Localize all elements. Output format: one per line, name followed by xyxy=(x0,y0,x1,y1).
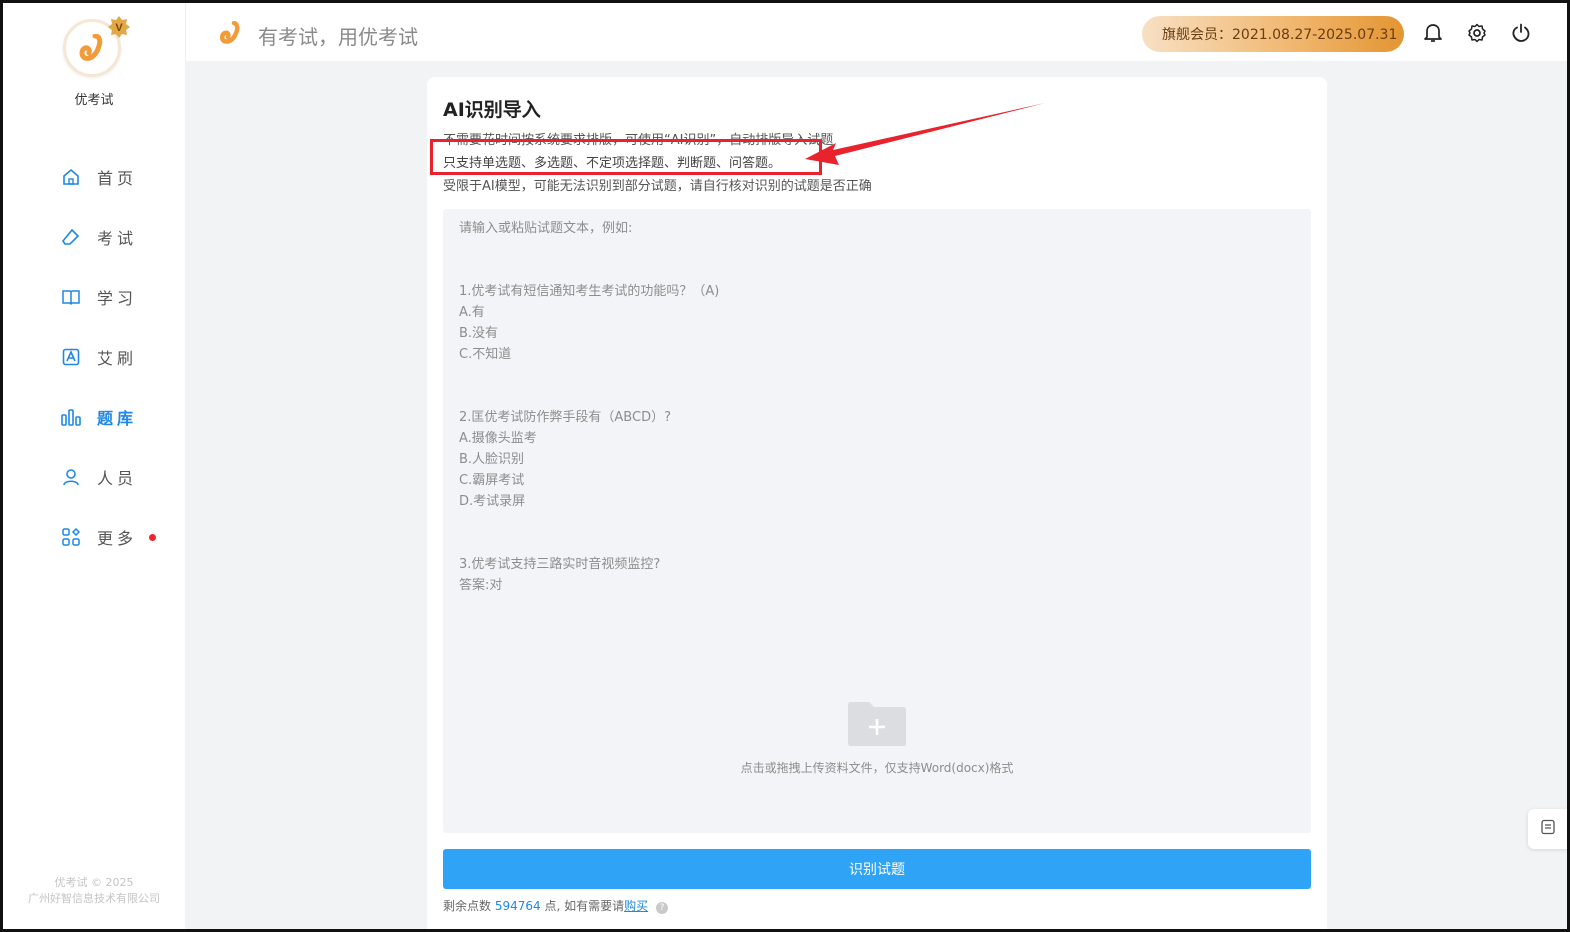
notes-icon xyxy=(1540,819,1556,839)
user-icon xyxy=(61,467,81,487)
help-icon[interactable]: ? xyxy=(655,902,668,914)
annotation-highlight-box xyxy=(430,139,822,175)
placeholder-line: 3.优考试支持三路实时音视频监控? xyxy=(459,557,661,572)
sidebar-item-aishua[interactable]: 艾刷 xyxy=(3,327,185,387)
placeholder-line: C.霸屏考试 xyxy=(459,473,525,488)
sidebar-item-question-bank[interactable]: 题库 xyxy=(3,387,219,447)
home-icon xyxy=(61,167,81,187)
bar-chart-icon xyxy=(61,407,81,427)
header-logo-icon xyxy=(219,20,242,45)
placeholder-line: 请输入或粘贴试题文本，例如: xyxy=(459,221,633,236)
sidebar-item-label: 人员 xyxy=(97,469,138,488)
placeholder-line: B.人脸识别 xyxy=(459,452,525,467)
placeholder-line: 1.优考试有短信通知考生考试的功能吗？（A) xyxy=(459,284,720,299)
sidebar-item-more[interactable]: 更多 xyxy=(3,507,185,567)
app-window: V 优考试 首页 考试 学习 艾刷 题库 人员 更多 优考试 © 2025 广州… xyxy=(0,0,1570,932)
copyright-line: 优考试 © 2025 xyxy=(54,876,134,889)
header-slogan: 有考试，用优考试 xyxy=(258,25,418,49)
question-text-input[interactable]: 请输入或粘贴试题文本，例如: 1.优考试有短信通知考生考试的功能吗？（A) A.… xyxy=(443,209,1311,833)
floating-notes-button[interactable] xyxy=(1528,809,1567,849)
sidebar-item-users[interactable]: 人员 xyxy=(3,447,185,507)
points-info: 剩余点数 594764 点, 如有需要请购买 ? xyxy=(443,897,668,914)
ai-import-card: AI识别导入 不需要花时间按系统要求排版，可使用“AI识别”，自动排版导入试题 … xyxy=(427,77,1327,929)
placeholder-line: D.考试录屏 xyxy=(459,494,526,509)
sidebar-item-label: 考试 xyxy=(97,229,138,248)
power-icon[interactable] xyxy=(1510,22,1532,44)
vip-badge-icon: V xyxy=(107,15,131,39)
sidebar-item-label: 学习 xyxy=(97,289,138,308)
folder-add-icon[interactable] xyxy=(847,701,907,747)
book-icon xyxy=(61,287,81,307)
page-title: AI识别导入 xyxy=(443,99,541,121)
vip-badge-letter: V xyxy=(115,22,123,34)
sidebar-item-label: 题库 xyxy=(97,409,138,428)
points-label: 剩余点数 xyxy=(443,899,492,913)
apps-icon xyxy=(61,527,81,547)
sidebar-item-home[interactable]: 首页 xyxy=(3,147,185,207)
letter-a-icon xyxy=(61,347,81,367)
tip-line: 受限于AI模型，可能无法识别到部分试题，请自行核对识别的试题是否正确 xyxy=(443,179,872,194)
gear-icon[interactable] xyxy=(1466,22,1488,44)
buy-link[interactable]: 购买 xyxy=(624,899,648,913)
sidebar-item-label: 首页 xyxy=(97,169,138,188)
sidebar-item-label: 艾刷 xyxy=(97,349,138,368)
brand-name: 优考试 xyxy=(74,93,114,108)
placeholder-line: C.不知道 xyxy=(459,347,512,362)
sidebar-item-exam[interactable]: 考试 xyxy=(3,207,185,267)
points-suffix: 点, 如有需要请 xyxy=(544,899,625,913)
points-value: 594764 xyxy=(494,899,541,913)
placeholder-line: 答案:对 xyxy=(459,578,503,593)
bell-icon[interactable] xyxy=(1422,22,1444,44)
eraser-icon xyxy=(61,227,81,247)
sidebar-nav: 首页 考试 学习 艾刷 题库 人员 更多 xyxy=(3,147,219,567)
sidebar-item-label: 更多 xyxy=(97,529,138,548)
upload-hint[interactable]: 点击或拖拽上传资料文件，仅支持Word(docx)格式 xyxy=(443,759,1311,776)
placeholder-line: B.没有 xyxy=(459,326,499,341)
copyright: 优考试 © 2025 广州好智信息技术有限公司 xyxy=(3,875,185,907)
recognize-questions-button[interactable]: 识别试题 xyxy=(443,849,1311,889)
brand-logo[interactable]: V xyxy=(63,16,130,79)
placeholder-line: A.摄像头监考 xyxy=(459,431,537,446)
membership-badge[interactable]: 旗舰会员：2021.08.27-2025.07.31 xyxy=(1142,16,1404,52)
sidebar: V 优考试 首页 考试 学习 艾刷 题库 人员 更多 优考试 © 2025 广州… xyxy=(3,3,219,929)
sidebar-item-study[interactable]: 学习 xyxy=(3,267,185,327)
company-name: 广州好智信息技术有限公司 xyxy=(28,892,160,905)
placeholder-line: 2.匡优考试防作弊手段有（ABCD）? xyxy=(459,410,671,425)
placeholder-line: A.有 xyxy=(459,305,485,320)
notification-dot xyxy=(149,533,157,541)
top-header: 有考试，用优考试 旗舰会员：2021.08.27-2025.07.31 xyxy=(185,3,1567,61)
